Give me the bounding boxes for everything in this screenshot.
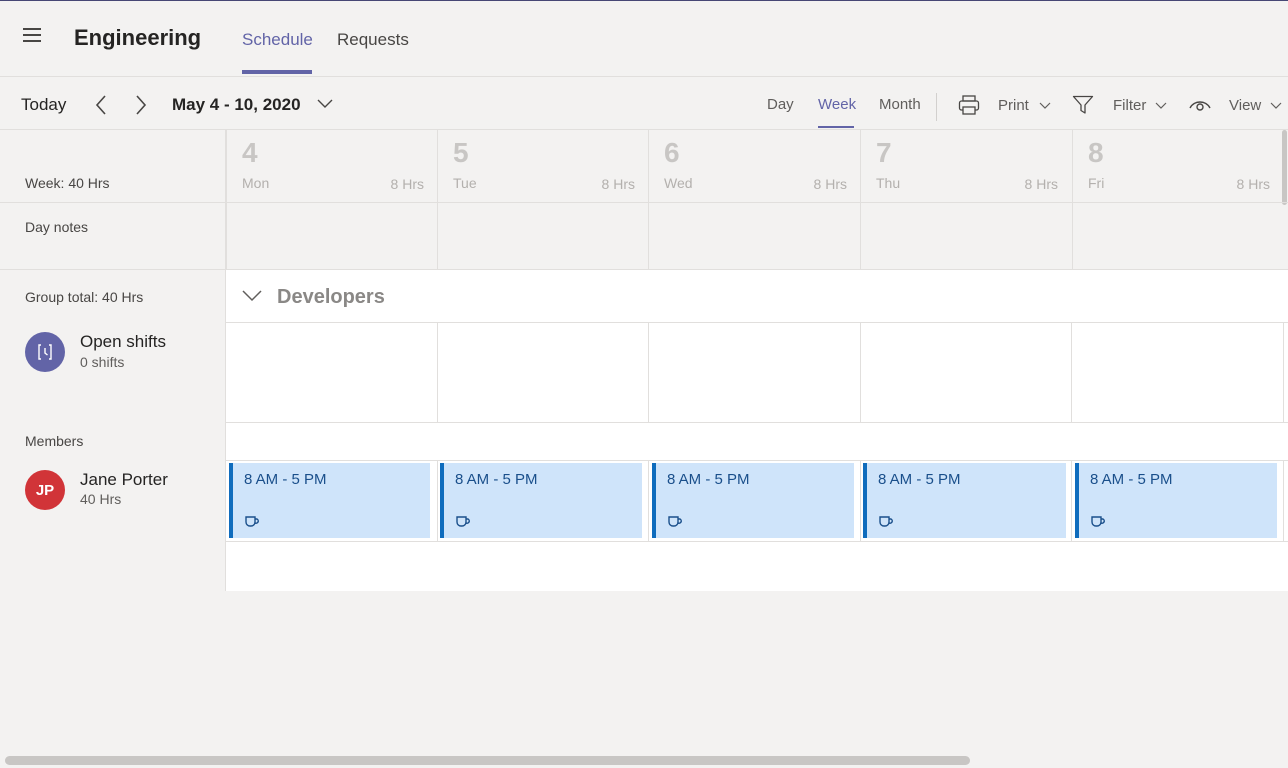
shift-time: 8 AM - 5 PM xyxy=(878,471,961,488)
day-note-cell[interactable] xyxy=(437,203,649,269)
filter-icon[interactable] xyxy=(1072,95,1094,115)
day-notes-label: Day notes xyxy=(25,219,89,235)
coffee-cup-icon xyxy=(668,516,682,527)
grid-divider xyxy=(226,422,1288,423)
day-note-cell[interactable] xyxy=(648,203,861,269)
week-total-hours: Week: 40 Hrs xyxy=(25,175,110,191)
member-name[interactable]: Jane Porter xyxy=(80,470,168,490)
avatar[interactable]: JP xyxy=(25,470,65,510)
grid-divider xyxy=(226,541,1288,542)
grid-divider xyxy=(226,322,1288,323)
tab-schedule[interactable]: Schedule xyxy=(242,30,313,50)
day-name: Wed xyxy=(664,175,693,191)
left-divider xyxy=(0,269,226,270)
left-divider xyxy=(0,202,226,203)
day-hours: 8 Hrs xyxy=(1024,176,1058,192)
team-title: Engineering xyxy=(74,25,202,50)
vertical-scrollbar-thumb[interactable] xyxy=(1282,130,1287,205)
eye-icon[interactable] xyxy=(1188,97,1212,113)
shift-card-fri[interactable]: 8 AM - 5 PM xyxy=(1075,463,1277,538)
view-month-button[interactable]: Month xyxy=(879,96,921,113)
shift-time: 8 AM - 5 PM xyxy=(455,471,538,488)
cell-divider xyxy=(1283,323,1284,422)
day-note-cell[interactable] xyxy=(226,203,438,269)
horizontal-scrollbar-thumb[interactable] xyxy=(5,756,970,765)
week-active-indicator xyxy=(818,126,854,128)
cell-divider xyxy=(648,461,649,541)
day-hours: 8 Hrs xyxy=(601,176,635,192)
coffee-cup-icon xyxy=(456,516,470,527)
open-shifts-avatar xyxy=(25,332,65,372)
view-day-button[interactable]: Day xyxy=(767,96,794,113)
date-range-picker[interactable]: May 4 - 10, 2020 xyxy=(172,95,301,115)
day-number: 7 xyxy=(876,137,892,168)
grid-divider xyxy=(226,460,1288,461)
cell-divider xyxy=(1071,323,1072,422)
cell-divider xyxy=(860,323,861,422)
shift-time: 8 AM - 5 PM xyxy=(1090,471,1173,488)
hamburger-icon[interactable] xyxy=(23,28,41,42)
day-number: 8 xyxy=(1088,137,1104,168)
schedule-grid: Developers 8 AM - 5 PM 8 AM - 5 PM 8 AM … xyxy=(226,270,1288,591)
open-shift-clock-icon xyxy=(38,344,52,360)
group-name[interactable]: Developers xyxy=(277,286,385,309)
toolbar-divider xyxy=(936,93,937,121)
day-note-cell[interactable] xyxy=(1072,203,1284,269)
day-hours: 8 Hrs xyxy=(390,176,424,192)
day-name: Thu xyxy=(876,175,901,191)
day-number: 5 xyxy=(453,137,469,168)
group-total-hours: Group total: 40 Hrs xyxy=(25,289,144,305)
shift-time: 8 AM - 5 PM xyxy=(667,471,750,488)
coffee-cup-icon xyxy=(1091,516,1105,527)
day-number: 6 xyxy=(664,137,680,168)
cell-divider xyxy=(1071,461,1072,541)
filter-button[interactable]: Filter xyxy=(1113,97,1146,114)
left-panel-border xyxy=(225,129,226,591)
open-shifts-title: Open shifts xyxy=(80,332,166,351)
chevron-right-icon[interactable] xyxy=(134,94,148,116)
shift-card-wed[interactable]: 8 AM - 5 PM xyxy=(652,463,854,538)
day-name: Fri xyxy=(1088,175,1105,191)
cell-divider xyxy=(437,461,438,541)
day-header-wed[interactable]: 6 Wed 8 Hrs xyxy=(648,129,861,202)
cell-divider xyxy=(860,461,861,541)
today-button[interactable]: Today xyxy=(21,95,66,115)
filter-chevron-down-icon[interactable] xyxy=(1155,102,1167,110)
chevron-left-icon[interactable] xyxy=(94,94,108,116)
schedule-toolbar: Today May 4 - 10, 2020 Day Week Month Pr… xyxy=(0,77,1288,130)
member-hours: 40 Hrs xyxy=(80,491,122,507)
chevron-down-icon[interactable] xyxy=(317,99,333,109)
cell-divider xyxy=(648,323,649,422)
printer-icon[interactable] xyxy=(958,95,980,115)
view-button[interactable]: View xyxy=(1229,97,1261,114)
day-note-cell[interactable] xyxy=(860,203,1072,269)
view-chevron-down-icon[interactable] xyxy=(1270,102,1282,110)
day-name: Tue xyxy=(453,175,477,191)
collapse-chevron-icon[interactable] xyxy=(242,290,262,302)
day-header-tue[interactable]: 5 Tue 8 Hrs xyxy=(437,129,649,202)
day-name: Mon xyxy=(242,175,270,191)
day-header-mon[interactable]: 4 Mon 8 Hrs xyxy=(226,129,438,202)
day-hours: 8 Hrs xyxy=(1236,176,1270,192)
print-chevron-down-icon[interactable] xyxy=(1039,102,1051,110)
shift-card-mon[interactable]: 8 AM - 5 PM xyxy=(229,463,430,538)
app-header: Engineering Schedule Requests xyxy=(0,1,1288,77)
coffee-cup-icon xyxy=(245,516,259,527)
day-header-thu[interactable]: 7 Thu 8 Hrs xyxy=(860,129,1072,202)
print-button[interactable]: Print xyxy=(998,97,1029,114)
day-number: 4 xyxy=(242,137,258,168)
shift-card-thu[interactable]: 8 AM - 5 PM xyxy=(863,463,1066,538)
view-week-button[interactable]: Week xyxy=(818,96,856,113)
shift-card-tue[interactable]: 8 AM - 5 PM xyxy=(440,463,642,538)
coffee-cup-icon xyxy=(879,516,893,527)
cell-divider xyxy=(1283,461,1284,541)
tab-requests[interactable]: Requests xyxy=(337,30,409,50)
day-hours: 8 Hrs xyxy=(813,176,847,192)
day-header-fri[interactable]: 8 Fri 8 Hrs xyxy=(1072,129,1284,202)
cell-divider xyxy=(437,323,438,422)
tab-active-indicator xyxy=(242,70,312,74)
shift-time: 8 AM - 5 PM xyxy=(244,471,327,488)
open-shifts-count: 0 shifts xyxy=(80,354,125,370)
members-label: Members xyxy=(25,433,84,449)
